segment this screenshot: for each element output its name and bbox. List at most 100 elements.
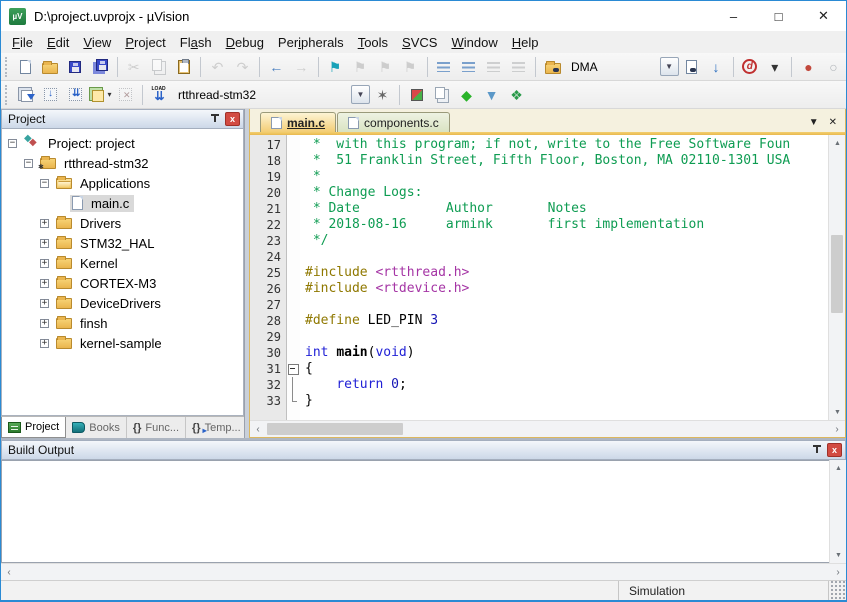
manage-rte-button[interactable]: ◆	[454, 83, 479, 106]
copy-button[interactable]	[146, 55, 171, 78]
scroll-left-button[interactable]: ‹	[250, 421, 266, 438]
save-button[interactable]	[63, 55, 88, 78]
collapse-icon[interactable]: −	[8, 139, 17, 148]
target-options-button[interactable]: ✶	[370, 83, 395, 106]
menu-edit[interactable]: Edit	[40, 33, 76, 52]
stop-build-button[interactable]	[113, 83, 138, 106]
indent-button[interactable]	[431, 55, 456, 78]
comment-button[interactable]	[481, 55, 506, 78]
expand-icon[interactable]: +	[40, 319, 49, 328]
editor-hscroll-thumb[interactable]	[267, 423, 403, 435]
fold-marker[interactable]	[286, 393, 300, 409]
build-output-horizontal-scrollbar[interactable]: ‹ ›	[1, 563, 846, 580]
build-output-content[interactable]	[1, 460, 829, 563]
scroll-up-button[interactable]: ▲	[830, 460, 847, 476]
unindent-button[interactable]	[456, 55, 481, 78]
menu-file[interactable]: File	[5, 33, 40, 52]
tab-temp[interactable]: {}Temp...	[186, 417, 248, 438]
scroll-right-button[interactable]: ›	[830, 564, 846, 581]
menu-tools[interactable]: Tools	[351, 33, 395, 52]
disable-breakpoint-button[interactable]: ○	[821, 55, 846, 78]
paste-button[interactable]	[171, 55, 196, 78]
incremental-find-button[interactable]: ↓	[704, 55, 729, 78]
tab-func[interactable]: {}Func...	[127, 417, 186, 438]
document-tab-main-c[interactable]: main.c	[260, 112, 336, 132]
build-output-vertical-scrollbar[interactable]: ▲ ▼	[829, 460, 846, 563]
menu-window[interactable]: Window	[444, 33, 504, 52]
new-file-button[interactable]	[13, 55, 38, 78]
tree-item-devicedrivers[interactable]: +DeviceDrivers	[2, 293, 243, 313]
expand-icon[interactable]: +	[40, 259, 49, 268]
file-extensions-button[interactable]	[429, 83, 454, 106]
insert-breakpoint-button[interactable]: ●	[796, 55, 821, 78]
editor-vscroll-thumb[interactable]	[831, 235, 843, 313]
menu-project[interactable]: Project	[118, 33, 172, 52]
save-all-button[interactable]	[88, 55, 113, 78]
batch-build-button-dropdown[interactable]: ▾	[107, 90, 111, 99]
toolbar-grip[interactable]	[5, 85, 9, 105]
toggle-bookmark-button[interactable]: ⚑	[323, 55, 348, 78]
navigate-forward-button[interactable]: →	[289, 55, 314, 78]
tree-item-drivers[interactable]: +Drivers	[2, 213, 243, 233]
cut-button[interactable]: ✂	[121, 55, 146, 78]
pin-icon[interactable]	[812, 445, 821, 456]
pin-icon[interactable]	[210, 114, 219, 125]
code-editor[interactable]: 17 * with this program; if not, write to…	[250, 135, 845, 420]
fold-marker[interactable]	[286, 361, 300, 377]
fold-marker[interactable]	[286, 377, 300, 393]
tree-item-cortex-m3[interactable]: +CORTEX-M3	[2, 273, 243, 293]
expand-icon[interactable]: +	[40, 339, 49, 348]
close-button[interactable]: ✕	[801, 1, 846, 31]
minimize-button[interactable]: –	[711, 1, 756, 31]
toolbar-grip[interactable]	[5, 57, 9, 77]
collapse-icon[interactable]: −	[40, 179, 49, 188]
expand-icon[interactable]: +	[40, 299, 49, 308]
tab-books[interactable]: Books	[66, 417, 127, 438]
document-tab-components-c[interactable]: components.c	[337, 112, 450, 132]
menu-help[interactable]: Help	[505, 33, 546, 52]
build-button[interactable]	[38, 83, 63, 106]
close-document-button[interactable]: ✕	[829, 117, 837, 128]
tab-project[interactable]: Project	[1, 417, 66, 438]
menu-debug[interactable]: Debug	[219, 33, 271, 52]
tree-item-finsh[interactable]: +finsh	[2, 313, 243, 333]
next-bookmark-button[interactable]: ⚑	[373, 55, 398, 78]
scroll-left-button[interactable]: ‹	[1, 564, 17, 581]
expand-icon[interactable]: +	[40, 279, 49, 288]
resize-grip[interactable]	[828, 581, 846, 600]
target-combobox-dropdown[interactable]: ▼	[351, 85, 370, 104]
tree-item-kernel[interactable]: +Kernel	[2, 253, 243, 273]
scroll-right-button[interactable]: ›	[829, 421, 845, 438]
tree-item-kernel-sample[interactable]: +kernel-sample	[2, 333, 243, 353]
editor-horizontal-scrollbar[interactable]: ‹ ›	[250, 420, 845, 437]
navigate-back-button[interactable]: ←	[264, 55, 289, 78]
lookup-button[interactable]: d	[737, 55, 762, 78]
pack-installer-button[interactable]: ❖	[504, 83, 529, 106]
select-software-packs-button[interactable]: ▼	[479, 83, 504, 106]
uncomment-button[interactable]	[506, 55, 531, 78]
batch-build-button[interactable]: ▾	[88, 83, 113, 106]
scroll-down-button[interactable]: ▼	[829, 404, 845, 420]
manage-project-items-button[interactable]	[404, 83, 429, 106]
clear-bookmarks-button[interactable]: ⚑	[398, 55, 423, 78]
tree-item-stm32-hal[interactable]: +STM32_HAL	[2, 233, 243, 253]
download-button[interactable]	[147, 83, 172, 106]
scroll-down-button[interactable]: ▼	[830, 547, 847, 563]
project-panel-close-button[interactable]: x	[225, 112, 240, 126]
target-combobox-value[interactable]: rtthread-stm32	[178, 88, 256, 102]
find-in-files-button[interactable]	[540, 55, 565, 78]
find-in-files-dialog-button[interactable]	[679, 55, 704, 78]
redo-button[interactable]: ↷	[230, 55, 255, 78]
menu-view[interactable]: View	[76, 33, 118, 52]
maximize-button[interactable]: □	[756, 1, 801, 31]
find-combobox[interactable]: DMA▼	[565, 57, 679, 77]
expand-icon[interactable]: +	[40, 239, 49, 248]
previous-bookmark-button[interactable]: ⚑	[348, 55, 373, 78]
scroll-up-button[interactable]: ▲	[829, 135, 845, 151]
lookup-dropdown[interactable]: ▾	[762, 55, 787, 78]
rebuild-all-button[interactable]	[63, 83, 88, 106]
tree-item-project-project[interactable]: −Project: project	[2, 133, 243, 153]
translate-file-button[interactable]	[13, 83, 38, 106]
menu-svcs[interactable]: SVCS	[395, 33, 444, 52]
collapse-icon[interactable]: −	[24, 159, 33, 168]
